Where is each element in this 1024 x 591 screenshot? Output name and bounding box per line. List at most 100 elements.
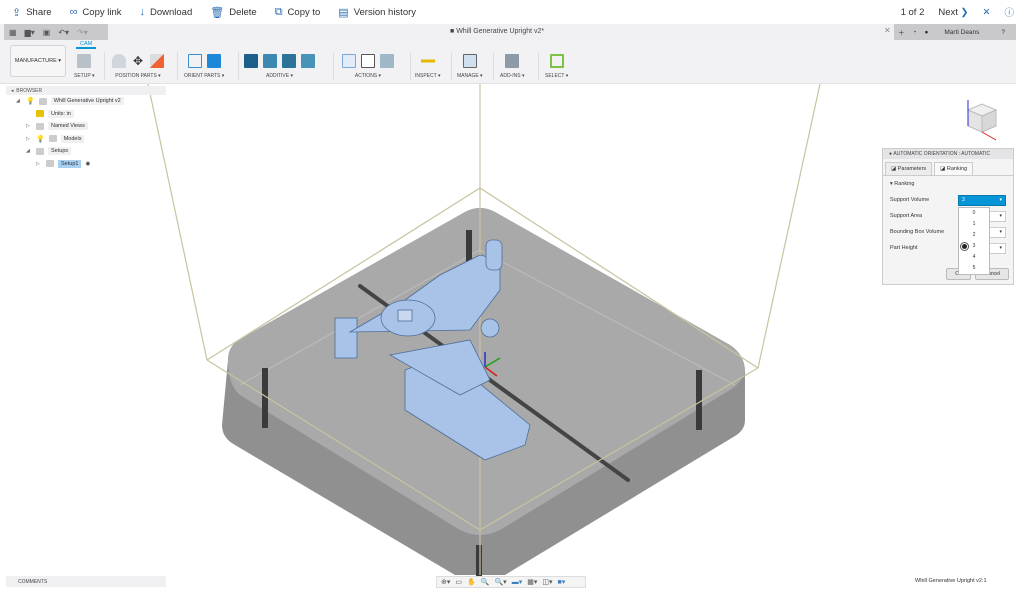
tree-units[interactable]: Units: in — [6, 108, 166, 121]
file-icon[interactable]: ▆▾ — [25, 28, 35, 37]
arrange-icon — [150, 54, 164, 68]
share-button[interactable]: ⇪ Share — [12, 6, 52, 19]
tab-ranking[interactable]: ◪ Ranking — [934, 162, 974, 175]
plus-icon[interactable]: ＋ — [898, 27, 905, 37]
display-settings-icon[interactable]: ▬▾ — [512, 578, 523, 586]
grid-menu-icon[interactable]: ▦ — [9, 28, 17, 37]
manage-group[interactable]: MANAGE ▾ — [457, 52, 483, 82]
inspect-group[interactable]: INSPECT ▾ — [415, 52, 441, 82]
pan-icon[interactable]: ✋ — [467, 578, 476, 586]
orient-parts-group[interactable]: ORIENT PARTS ▾ — [184, 52, 224, 82]
trash-icon: 🗑 — [210, 6, 225, 19]
close-tab-icon[interactable]: ✕ — [884, 26, 891, 35]
orbit-icon[interactable]: ⊕▾ — [441, 578, 450, 586]
view-cube[interactable] — [958, 96, 1002, 142]
delete-button[interactable]: 🗑 Delete — [210, 6, 256, 19]
layers-icon — [380, 54, 394, 68]
additive-group[interactable]: ADDITIVE ▾ — [244, 52, 315, 82]
version-history-button[interactable]: ▤ Version history — [338, 6, 416, 19]
close-icon[interactable]: ✕ — [983, 7, 991, 18]
actions-group[interactable]: ACTIONS ▾ — [342, 52, 394, 82]
units-icon — [36, 110, 44, 118]
tree-setup1[interactable]: ▷ Setup1 ◉ — [6, 158, 166, 171]
share-icon: ⇪ — [12, 6, 22, 19]
ranking-section-header[interactable]: ▾ Ranking — [883, 176, 1013, 192]
user-bar: ＋ ◔ ● Marti Deans ? — [894, 24, 1016, 40]
add-ins-group[interactable]: ADD-INS ▾ — [500, 52, 524, 82]
zoom-icon[interactable]: 🔍 — [481, 578, 490, 586]
export-icon — [361, 54, 375, 68]
history-icon: ▤ — [338, 6, 349, 19]
chevron-right-icon: ❯ — [960, 6, 969, 18]
info-icon[interactable]: ⓘ — [1004, 5, 1014, 19]
comments-panel[interactable]: COMMENTS — [6, 576, 166, 587]
download-button[interactable]: ↓ Download — [140, 6, 193, 18]
collapsed-icon: ▷ — [26, 123, 30, 130]
ribbon-toolbar: MANUFACTURE ▾ CAM SETUP ▾ ✥ POSITION PART… — [0, 40, 1016, 84]
workspace-selector[interactable]: MANUFACTURE ▾ — [10, 45, 66, 77]
option-4[interactable]: 4 — [959, 252, 989, 263]
page-count: 1 of 2 — [900, 6, 925, 18]
option-3[interactable]: 3 — [959, 241, 989, 252]
tab-cam[interactable]: CAM — [76, 41, 97, 49]
volume-supports-icon — [301, 54, 315, 68]
solid-icon — [244, 54, 258, 68]
grid-settings-icon[interactable]: ▦▾ — [527, 578, 537, 586]
activate-radio-icon[interactable]: ◉ — [85, 161, 90, 167]
support-volume-options: 0 1 2 3 4 5 — [958, 207, 990, 275]
option-0[interactable]: 0 — [959, 208, 989, 219]
next-button[interactable]: Next ❯ — [938, 7, 968, 18]
add-ins-icon — [505, 54, 520, 68]
navigation-bar: ⊕▾ ▭ ✋ 🔍 🔍▾ ▬▾ ▦▾ ◫▾ ■▾ — [436, 576, 586, 588]
pin-icon — [112, 54, 126, 68]
setup-group[interactable]: SETUP ▾ — [74, 52, 95, 82]
setup-icon — [46, 160, 54, 168]
lightbulb-icon[interactable]: 💡 — [36, 135, 45, 143]
expanded-icon: ◢ — [16, 98, 20, 105]
lightbulb-icon[interactable]: 💡 — [26, 97, 35, 105]
tab-parameters[interactable]: ◪ Parameters — [885, 162, 933, 175]
fit-icon[interactable]: 🔍▾ — [494, 578, 506, 586]
copy-to-button[interactable]: ⧉ Copy to — [275, 6, 321, 19]
dialog-title[interactable]: ● AUTOMATIC ORIENTATION : AUTOMATIC — [883, 149, 1013, 159]
select-group[interactable]: SELECT ▾ — [545, 52, 568, 82]
user-name[interactable]: Marti Deans — [944, 29, 979, 36]
position-parts-group[interactable]: ✥ POSITION PARTS ▾ — [112, 52, 164, 82]
status-text: Whill Generative Upright v2:1 — [915, 578, 987, 584]
save-icon[interactable]: ▣ — [43, 28, 51, 37]
document-title: ■ Whill Generative Upright v2* — [450, 28, 545, 35]
support-volume-select[interactable]: 3 ▾ — [958, 194, 1006, 206]
link-icon: ∞ — [69, 6, 78, 18]
select-icon — [549, 54, 564, 68]
option-2[interactable]: 2 — [959, 230, 989, 241]
orientation-icon — [206, 54, 221, 68]
collapsed-icon: ▷ — [26, 135, 30, 142]
download-icon: ↓ — [139, 6, 146, 18]
bounding-box-icon — [187, 54, 202, 68]
look-at-icon[interactable]: ▭ — [455, 578, 462, 586]
automatic-orientation-dialog: ● AUTOMATIC ORIENTATION : AUTOMATIC ◪ Pa… — [882, 148, 1014, 285]
job-status-icon[interactable]: ◔ — [913, 29, 917, 36]
support-area-row: Support Area ▾ — [883, 208, 1013, 224]
browser-header[interactable]: ◂ BROWSER — [6, 86, 166, 95]
collapsed-icon: ▷ — [36, 160, 40, 167]
tree-models[interactable]: ▷ 💡 Models — [6, 133, 166, 146]
help-icon[interactable]: ? — [1001, 29, 1005, 36]
option-5[interactable]: 5 — [959, 263, 989, 274]
environment-icon[interactable]: ■▾ — [557, 578, 565, 586]
measure-icon — [420, 54, 435, 68]
copy-link-button[interactable]: ∞ Copy link — [70, 6, 122, 18]
tree-setups[interactable]: ◢ Setups — [6, 145, 166, 158]
viewports-icon[interactable]: ◫▾ — [542, 578, 552, 586]
tree-root[interactable]: ◢ 💡 Whill Generative Upright v2 — [6, 95, 166, 108]
setup-icon — [77, 54, 92, 68]
support-volume-row: Support Volume 3 ▾ — [883, 192, 1013, 208]
clock-icon[interactable]: ● — [924, 29, 928, 36]
option-1[interactable]: 1 — [959, 219, 989, 230]
model-icon — [48, 135, 57, 143]
tree-named-views[interactable]: ▷ Named Views — [6, 120, 166, 133]
component-icon — [38, 97, 47, 105]
browser-panel: ◂ BROWSER ◢ 💡 Whill Generative Upright v2 … — [6, 86, 166, 178]
redo-icon[interactable]: ↷▾ — [77, 28, 88, 37]
undo-icon[interactable]: ↶▾ — [58, 28, 69, 37]
